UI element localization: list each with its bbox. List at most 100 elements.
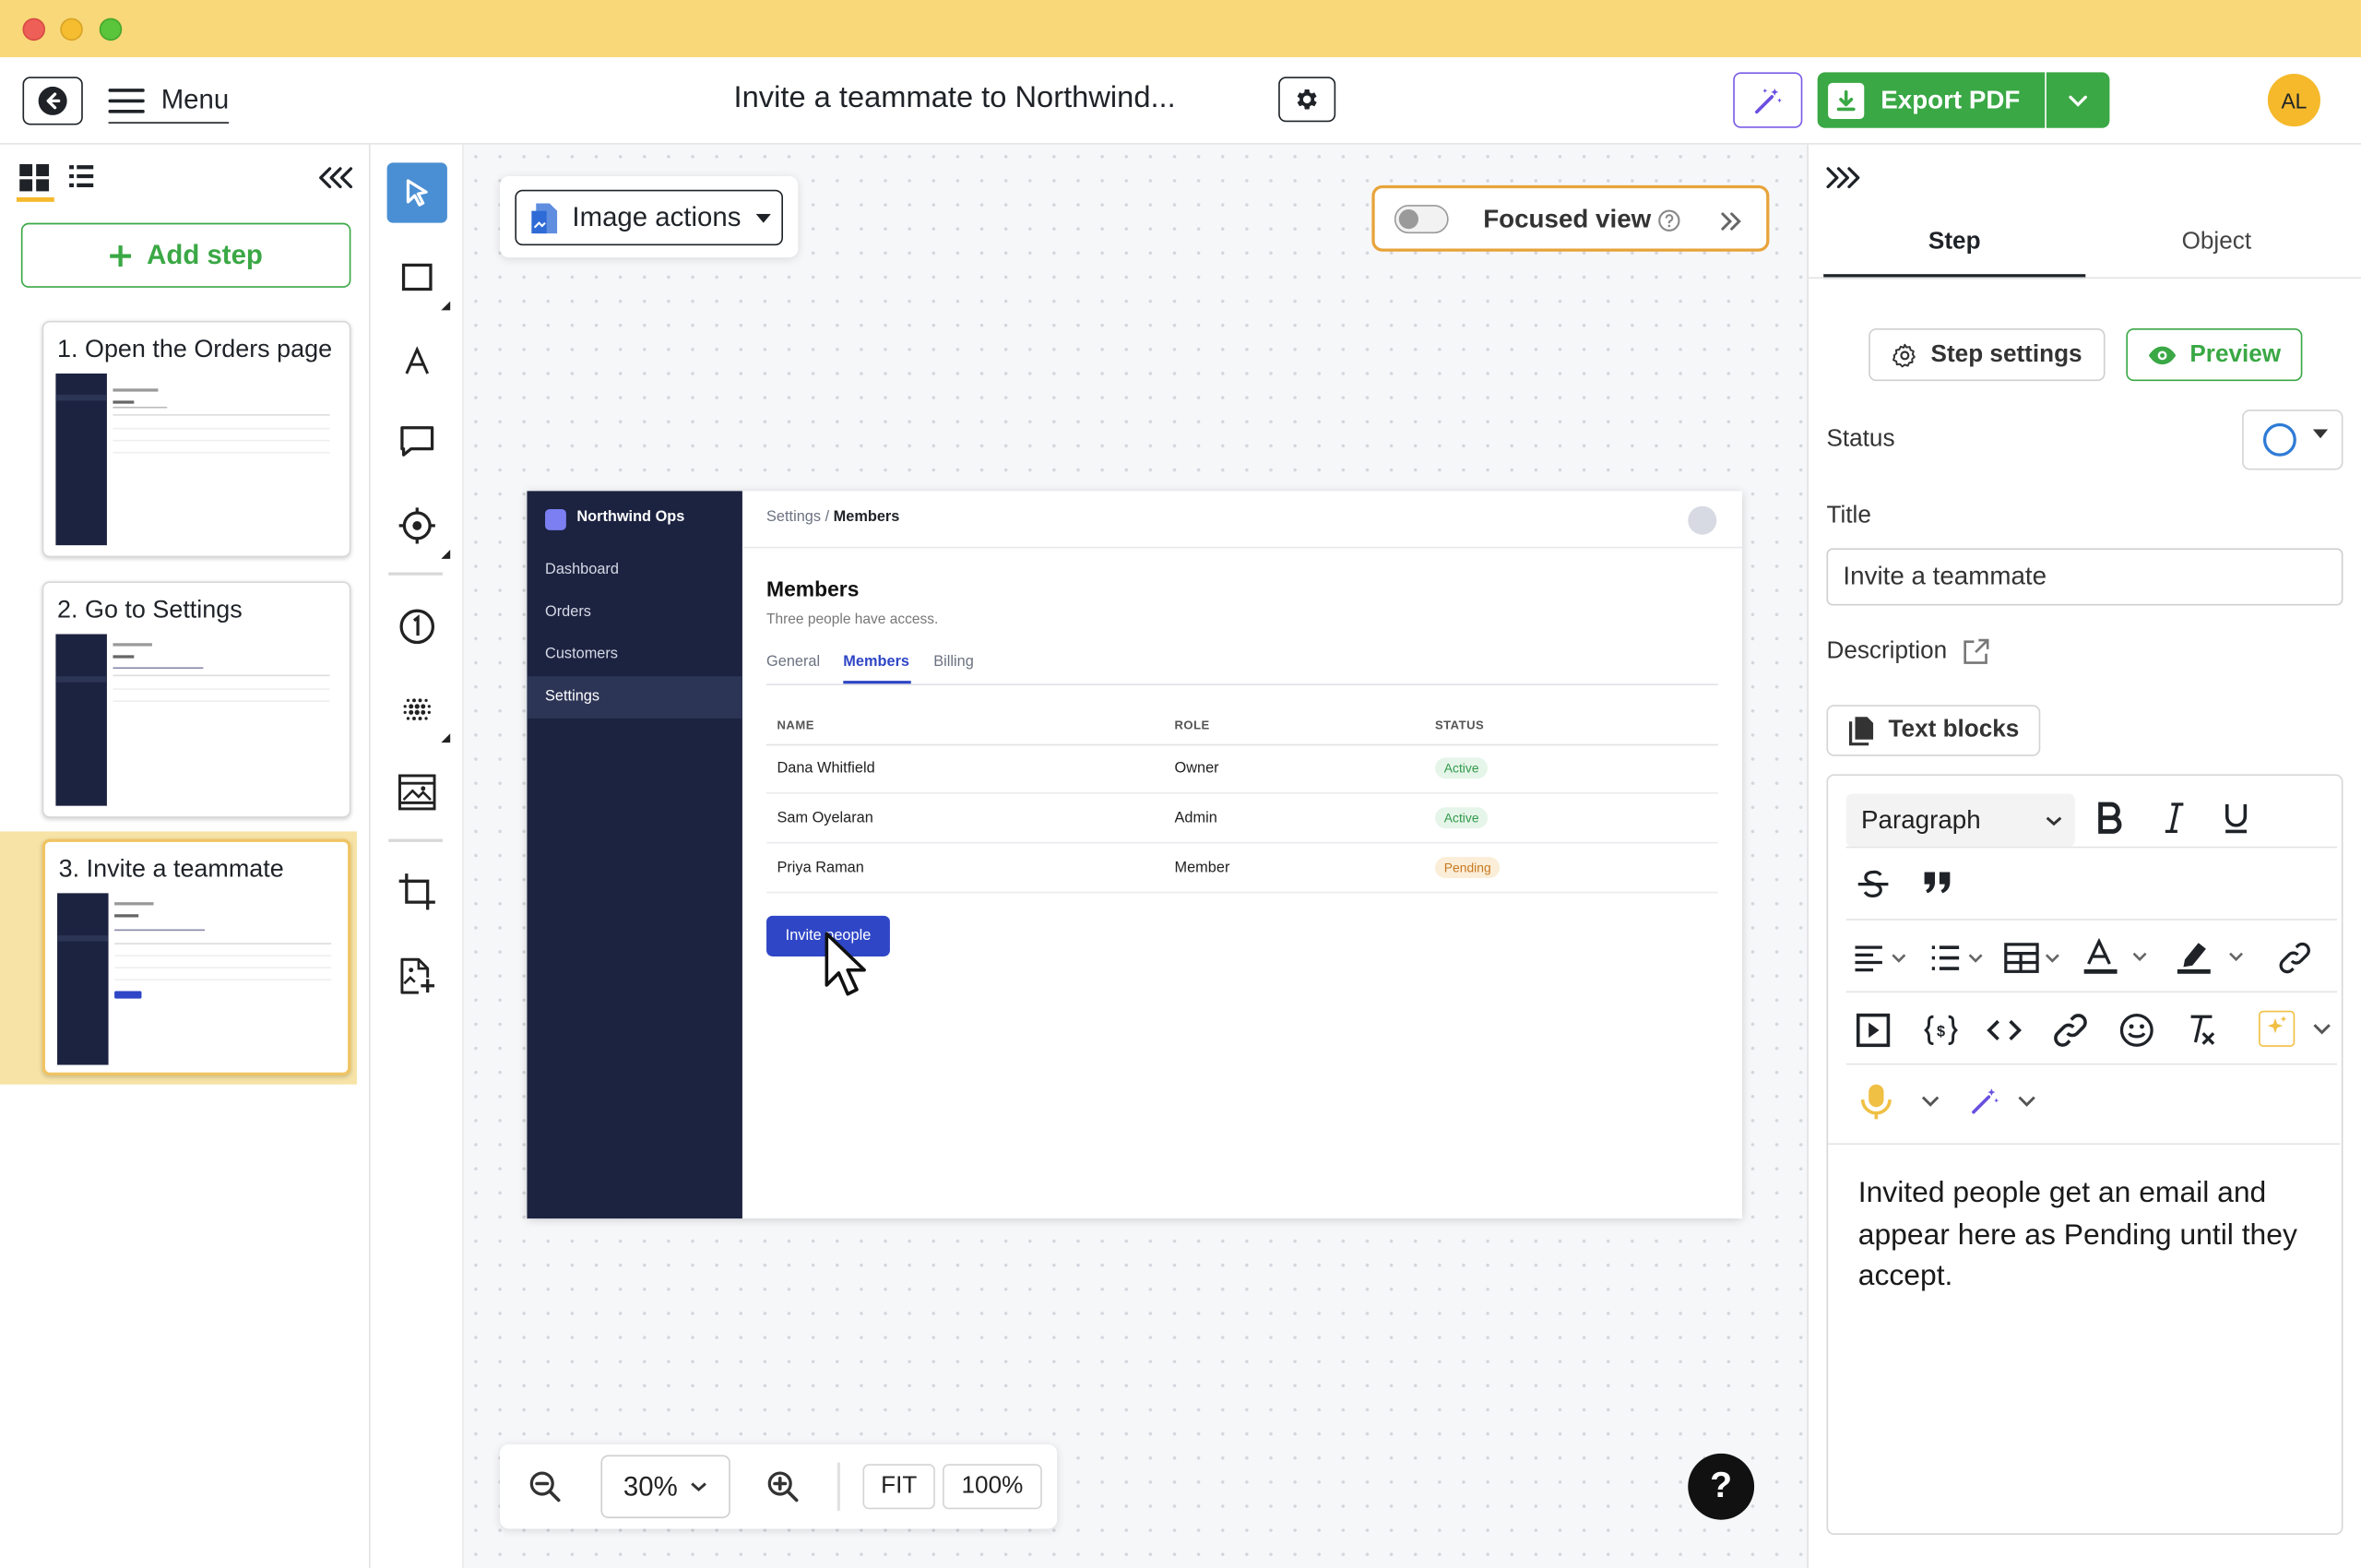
member-role: Admin xyxy=(1174,810,1217,827)
clear-formatting-icon[interactable] xyxy=(2183,1012,2219,1048)
chevron-down-icon[interactable] xyxy=(2016,1094,2037,1109)
status-select[interactable] xyxy=(2242,410,2343,470)
description-label: Description xyxy=(1826,638,1948,665)
chevron-down-icon[interactable] xyxy=(2311,1021,2332,1036)
preview-button[interactable]: Preview xyxy=(2126,327,2303,382)
strikethrough-icon[interactable] xyxy=(1857,869,1890,899)
annotation-toolbar xyxy=(370,144,464,1568)
back-button[interactable] xyxy=(22,77,83,125)
step-card-1[interactable]: 1. Open the Orders page xyxy=(42,320,351,558)
code-icon[interactable] xyxy=(1987,1016,2023,1046)
back-arrow-icon xyxy=(38,86,67,115)
document-settings-button[interactable] xyxy=(1278,77,1336,123)
italic-icon[interactable] xyxy=(2163,802,2187,835)
ai-sparkle-button[interactable] xyxy=(2259,1010,2296,1047)
add-image-button[interactable] xyxy=(387,946,447,1006)
hamburger-icon xyxy=(108,88,145,113)
step-thumbnail xyxy=(55,373,339,546)
chevron-double-right-icon[interactable] xyxy=(1718,209,1742,233)
variable-icon[interactable]: $ xyxy=(1923,1014,1959,1047)
actual-size-button[interactable]: 100% xyxy=(943,1464,1042,1510)
step-title: 3. Invite a teammate xyxy=(58,855,284,883)
text-align-icon[interactable] xyxy=(1854,943,1911,973)
rectangle-tool-button[interactable] xyxy=(387,247,451,311)
callout-tool-button[interactable] xyxy=(387,411,447,471)
underline-icon[interactable] xyxy=(2223,802,2249,835)
zoom-in-icon[interactable] xyxy=(765,1468,801,1504)
link-icon[interactable] xyxy=(2278,942,2311,975)
tab-object[interactable]: Object xyxy=(2085,229,2347,255)
add-image-icon xyxy=(400,957,435,994)
select-tool-button[interactable] xyxy=(386,162,447,223)
user-avatar[interactable]: AL xyxy=(2267,74,2320,127)
status-badge: Active xyxy=(1434,807,1489,829)
caret-down-icon xyxy=(755,213,772,222)
external-link-icon[interactable] xyxy=(1961,637,1991,668)
chevron-double-right-icon[interactable] xyxy=(1823,164,1862,191)
tab-step[interactable]: Step xyxy=(1823,229,2085,255)
title-input[interactable]: Invite a teammate xyxy=(1826,548,2343,606)
maximize-window-button[interactable] xyxy=(99,18,123,42)
grid-view-icon xyxy=(19,163,50,192)
editor-canvas[interactable]: Image actions Focused view Northwind Ops… xyxy=(463,144,1808,1568)
text-tool-button[interactable] xyxy=(387,331,447,391)
collapse-steps-panel-button[interactable] xyxy=(317,162,356,193)
step-screenshot[interactable]: Northwind Ops Dashboard Orders Customers… xyxy=(527,491,1743,1219)
focused-view-toggle[interactable] xyxy=(1394,205,1449,234)
hotspot-tool-button[interactable] xyxy=(387,495,451,559)
blockquote-icon[interactable] xyxy=(1923,871,1953,895)
document-title[interactable]: Invite a teammate to Northwind... xyxy=(633,81,1277,116)
list-view-button[interactable] xyxy=(67,164,98,191)
step-card-3[interactable]: 3. Invite a teammate xyxy=(42,838,351,1075)
description-row: Description xyxy=(1826,637,1990,668)
paragraph-style-select[interactable]: Paragraph xyxy=(1845,793,2075,847)
step-number-tool-button[interactable] xyxy=(387,597,447,657)
link-icon[interactable] xyxy=(2052,1012,2088,1048)
chevron-double-left-icon xyxy=(319,167,353,189)
step-card-2[interactable]: 2. Go to Settings xyxy=(42,581,351,818)
title-label: Title xyxy=(1826,503,1871,529)
highlight-color-icon[interactable] xyxy=(2176,938,2248,977)
microphone-icon[interactable] xyxy=(1858,1083,1894,1122)
zoom-controls: 30% FIT 100% xyxy=(500,1444,1058,1529)
column-header-name: NAME xyxy=(777,718,814,732)
screenshot-tabs-divider xyxy=(766,683,1718,686)
description-body-text[interactable]: Invited people get an email and appear h… xyxy=(1858,1173,2325,1298)
editor-toolbar-row xyxy=(1845,921,2337,993)
chevron-down-icon[interactable] xyxy=(1920,1094,1941,1109)
minimize-window-button[interactable] xyxy=(60,18,83,42)
status-badge: Active xyxy=(1434,757,1489,779)
help-button[interactable]: ? xyxy=(1688,1453,1755,1520)
blur-tool-button[interactable] xyxy=(387,679,451,743)
export-pdf-label: Export PDF xyxy=(1880,85,2021,114)
grid-view-button[interactable] xyxy=(18,162,54,196)
zoom-level-select[interactable]: 30% xyxy=(600,1455,730,1519)
magic-wand-icon[interactable] xyxy=(1968,1085,2001,1118)
screenshot-header-divider xyxy=(742,546,1743,549)
bullet-list-icon[interactable] xyxy=(1930,943,1987,973)
step-title: 1. Open the Orders page xyxy=(57,336,333,363)
menu-button[interactable]: Menu xyxy=(108,81,230,124)
export-options-dropdown[interactable] xyxy=(2046,72,2110,128)
step-settings-button[interactable]: Step settings xyxy=(1869,327,2106,382)
ai-magic-button[interactable] xyxy=(1733,72,1803,128)
image-actions-dropdown[interactable]: Image actions xyxy=(515,189,784,246)
video-embed-icon[interactable] xyxy=(1855,1012,1891,1048)
bold-icon[interactable] xyxy=(2094,802,2125,835)
image-overlay-tool-button[interactable] xyxy=(387,762,447,822)
export-pdf-button[interactable]: Export PDF xyxy=(1817,72,2046,128)
toolbar-divider xyxy=(388,572,444,575)
close-window-button[interactable] xyxy=(22,18,45,42)
zoom-out-icon[interactable] xyxy=(527,1468,563,1504)
add-step-button[interactable]: Add step xyxy=(20,222,351,288)
table-icon[interactable] xyxy=(2004,942,2064,975)
text-blocks-button[interactable]: Text blocks xyxy=(1826,705,2041,756)
zoom-value: 30% xyxy=(623,1470,678,1502)
screenshot-tab-billing: Billing xyxy=(933,653,974,671)
crop-tool-button[interactable] xyxy=(387,861,447,921)
emoji-icon[interactable] xyxy=(2118,1012,2154,1048)
fit-zoom-button[interactable]: FIT xyxy=(862,1464,935,1510)
text-color-icon[interactable] xyxy=(2082,938,2154,977)
help-circle-icon[interactable] xyxy=(1658,209,1680,232)
add-step-label: Add step xyxy=(147,239,263,270)
